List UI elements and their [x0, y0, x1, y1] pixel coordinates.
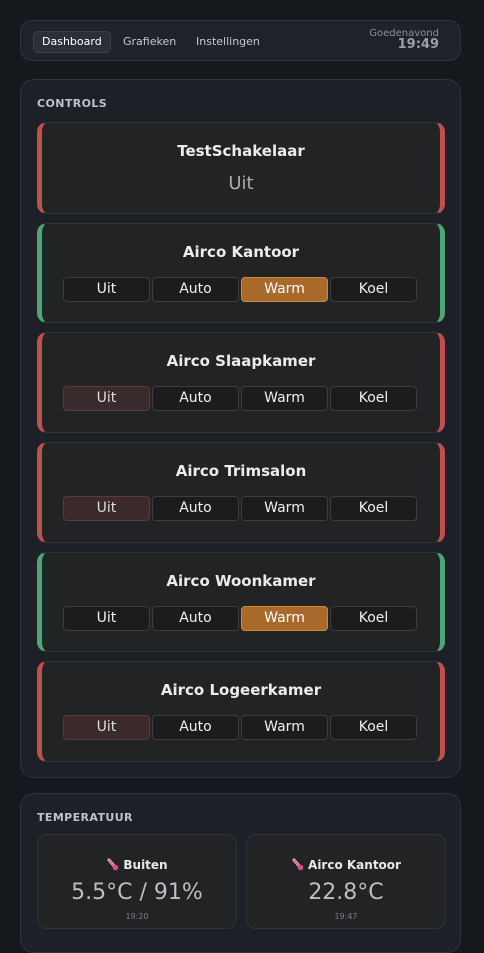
tab-grafieken[interactable]: Grafieken	[114, 31, 185, 53]
switch-state-toggle[interactable]: Uit	[42, 173, 440, 194]
mode-auto-button[interactable]: Auto	[152, 606, 239, 631]
thermometer-icon	[291, 858, 304, 874]
mode-warm-button[interactable]: Warm	[241, 606, 328, 631]
mode-warm-button[interactable]: Warm	[241, 496, 328, 521]
airco-name: Airco Trimsalon	[175, 462, 307, 480]
mode-auto-button[interactable]: Auto	[152, 386, 239, 411]
temperature-timestamp: 19:47	[334, 912, 358, 921]
mode-uit-button[interactable]: Uit	[63, 277, 150, 302]
airco-name: Airco Kantoor	[182, 243, 300, 261]
switch-card: TestSchakelaar Uit	[37, 122, 445, 214]
top-nav: Dashboard Grafieken Instellingen Goedena…	[20, 20, 461, 61]
airco-card: Airco Kantoor Uit Auto Warm Koel	[37, 223, 445, 323]
temperature-value: 5.5°C / 91%	[71, 880, 203, 905]
mode-uit-button[interactable]: Uit	[63, 715, 150, 740]
mode-uit-button[interactable]: Uit	[63, 496, 150, 521]
temperature-title: TEMPERATUUR	[37, 811, 133, 824]
temperature-label: Airco Kantoor	[308, 858, 401, 872]
mode-koel-button[interactable]: Koel	[330, 386, 417, 411]
mode-selector: Uit Auto Warm Koel	[63, 386, 418, 411]
mode-uit-button[interactable]: Uit	[63, 386, 150, 411]
mode-koel-button[interactable]: Koel	[330, 606, 417, 631]
controls-title: CONTROLS	[37, 97, 108, 110]
mode-koel-button[interactable]: Koel	[330, 496, 417, 521]
greeting-block: Goedenavond 19:49	[369, 28, 439, 51]
temperature-card-buiten: Buiten 5.5°C / 91% 19:20	[37, 834, 237, 929]
temperature-timestamp: 19:20	[125, 912, 149, 921]
thermometer-icon	[106, 858, 119, 874]
temperature-label: Buiten	[123, 858, 168, 872]
tab-instellingen[interactable]: Instellingen	[187, 31, 269, 53]
airco-name: Airco Slaapkamer	[166, 352, 316, 370]
mode-selector: Uit Auto Warm Koel	[63, 606, 418, 631]
temperature-value: 22.8°C	[308, 880, 384, 905]
airco-card: Airco Logeerkamer Uit Auto Warm Koel	[37, 661, 445, 762]
mode-selector: Uit Auto Warm Koel	[63, 496, 418, 521]
tab-dashboard[interactable]: Dashboard	[33, 31, 111, 53]
clock-time: 19:49	[397, 37, 439, 52]
mode-warm-button[interactable]: Warm	[241, 715, 328, 740]
mode-warm-button[interactable]: Warm	[241, 277, 328, 302]
mode-auto-button[interactable]: Auto	[152, 715, 239, 740]
controls-panel: CONTROLS TestSchakelaar Uit Airco Kantoo…	[20, 79, 461, 778]
mode-uit-button[interactable]: Uit	[63, 606, 150, 631]
switch-name: TestSchakelaar	[177, 142, 305, 160]
temperature-label-row: Airco Kantoor	[247, 858, 445, 874]
mode-koel-button[interactable]: Koel	[330, 715, 417, 740]
airco-name: Airco Woonkamer	[166, 572, 316, 590]
airco-card: Airco Woonkamer Uit Auto Warm Koel	[37, 552, 445, 652]
airco-card: Airco Slaapkamer Uit Auto Warm Koel	[37, 332, 445, 433]
mode-selector: Uit Auto Warm Koel	[63, 277, 418, 302]
mode-warm-button[interactable]: Warm	[241, 386, 328, 411]
temperature-panel: TEMPERATUUR Buiten 5.5°C / 91% 19:20 Air…	[20, 793, 461, 953]
airco-card: Airco Trimsalon Uit Auto Warm Koel	[37, 442, 445, 543]
mode-auto-button[interactable]: Auto	[152, 496, 239, 521]
airco-name: Airco Logeerkamer	[160, 681, 322, 699]
temperature-card-airco-kantoor: Airco Kantoor 22.8°C 19:47	[246, 834, 446, 929]
temperature-label-row: Buiten	[38, 858, 236, 874]
mode-selector: Uit Auto Warm Koel	[63, 715, 418, 740]
mode-auto-button[interactable]: Auto	[152, 277, 239, 302]
mode-koel-button[interactable]: Koel	[330, 277, 417, 302]
